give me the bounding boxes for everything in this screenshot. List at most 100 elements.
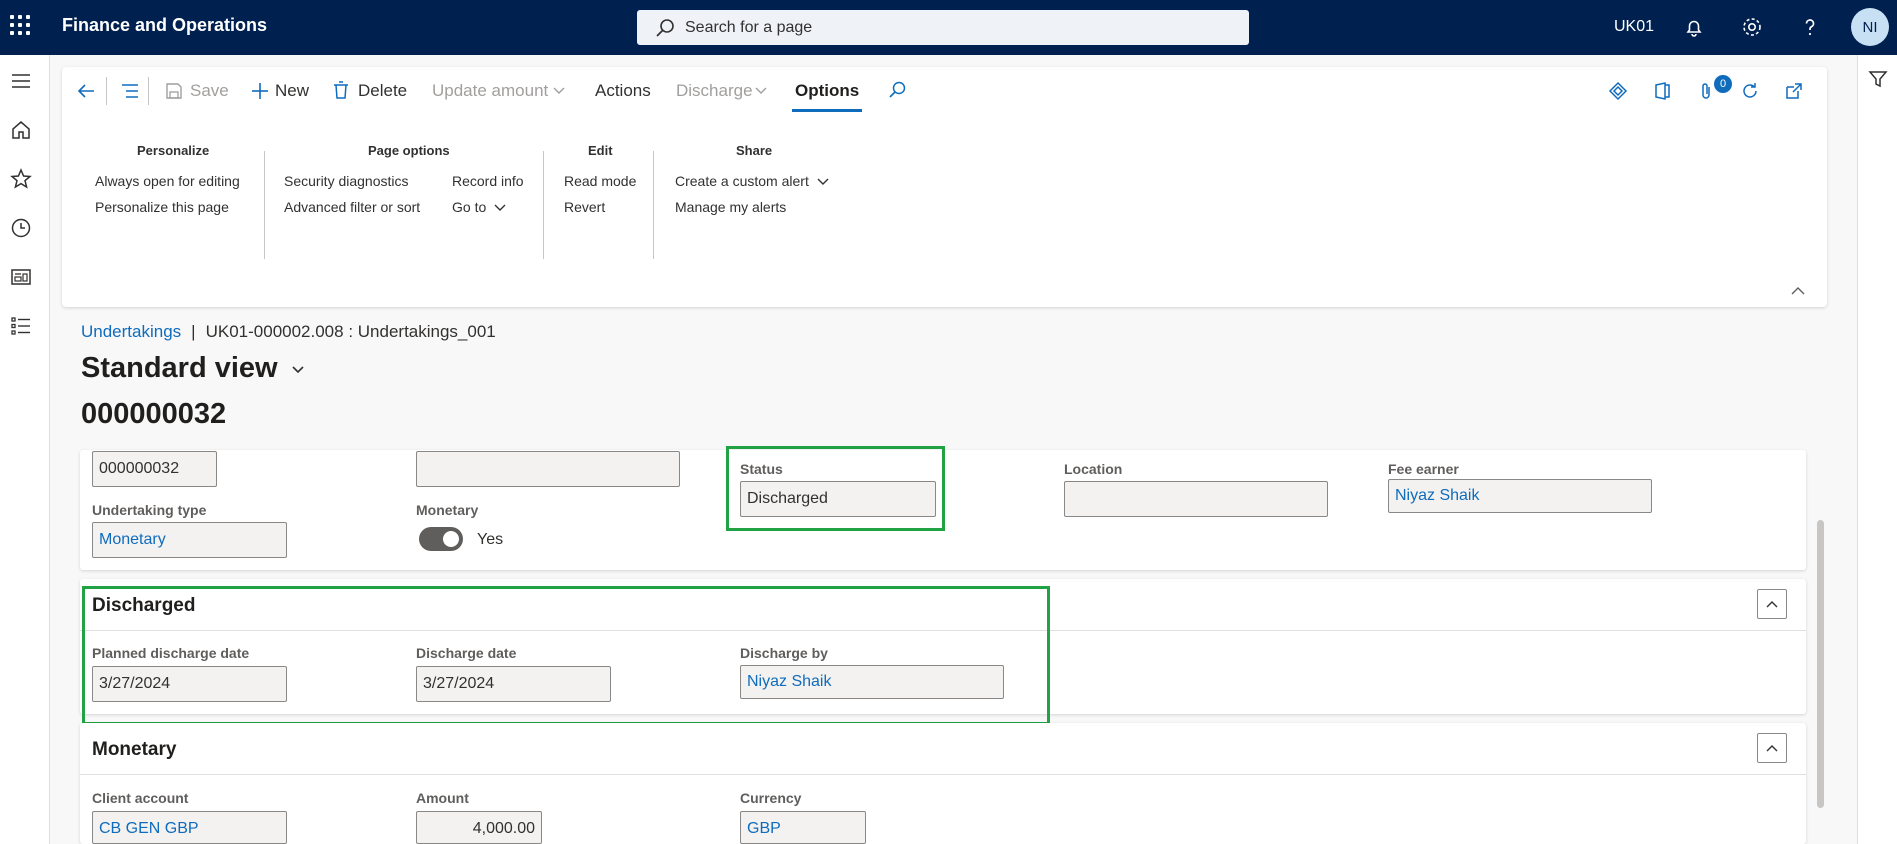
bell-icon[interactable] (1682, 15, 1706, 39)
breadcrumb-link[interactable]: Undertakings (81, 322, 181, 341)
gear-icon[interactable] (1740, 15, 1764, 39)
hamburger-icon[interactable] (10, 70, 32, 92)
office-icon[interactable] (1652, 81, 1672, 101)
monetary-toggle-value: Yes (477, 531, 504, 548)
search-input[interactable]: Search for a page (637, 10, 1249, 45)
attachment-icon[interactable] (1696, 81, 1716, 101)
monetary-section (80, 723, 1806, 844)
monetary-section-title[interactable]: Monetary (92, 739, 176, 761)
create-custom-alert-button[interactable]: Create a custom alert (675, 173, 809, 189)
status-highlight-box (726, 446, 945, 531)
delete-button[interactable]: Delete (358, 81, 407, 101)
chevron-up-icon (1766, 601, 1778, 608)
discharged-highlight-box (82, 586, 1050, 725)
back-icon[interactable] (76, 81, 96, 101)
actions-tab[interactable]: Actions (595, 81, 651, 101)
monetary-label: Monetary (416, 502, 479, 518)
undertaking-type-label: Undertaking type (92, 502, 207, 518)
top-bar: Finance and Operations Search for a page… (0, 0, 1897, 55)
filter-icon[interactable] (1868, 69, 1888, 89)
amount-field[interactable]: 4,000.00 (416, 811, 542, 844)
chevron-up-icon (1766, 745, 1778, 752)
search-icon[interactable] (887, 80, 907, 100)
plus-icon (252, 83, 268, 99)
section-divider (80, 774, 1806, 775)
read-mode-button[interactable]: Read mode (564, 173, 636, 189)
discharged-collapse-button[interactable] (1757, 589, 1787, 619)
view-selector[interactable]: Standard view (81, 352, 306, 385)
location-field[interactable] (1064, 481, 1328, 517)
currency-label: Currency (740, 790, 802, 806)
breadcrumb-separator: | (191, 322, 196, 341)
workspace-icon[interactable] (10, 266, 32, 288)
search-icon (656, 19, 674, 37)
group-title-page-options: Page options (368, 143, 450, 158)
chevron-down-icon (292, 366, 304, 374)
right-rail (1857, 55, 1897, 844)
chevron-down-icon (494, 204, 506, 211)
divider (106, 77, 107, 105)
currency-field[interactable]: GBP (740, 811, 866, 844)
always-open-for-editing-button[interactable]: Always open for editing (95, 173, 240, 189)
new-button[interactable]: New (275, 81, 309, 101)
save-icon (166, 83, 182, 99)
group-separator (264, 151, 265, 259)
undertaking-id-field[interactable]: 000000032 (92, 451, 217, 487)
record-info-button[interactable]: Record info (452, 173, 524, 189)
revert-button[interactable]: Revert (564, 199, 605, 215)
go-to-button[interactable]: Go to (452, 199, 486, 215)
attachment-count-badge: 0 (1714, 75, 1732, 93)
divider (148, 77, 149, 105)
home-icon[interactable] (10, 119, 32, 141)
power-apps-icon[interactable] (1608, 81, 1628, 101)
active-tab-indicator (792, 109, 862, 112)
manage-my-alerts-button[interactable]: Manage my alerts (675, 199, 786, 215)
action-pane: Save New Delete Update amount Actions Di… (62, 67, 1827, 307)
group-separator (653, 151, 654, 259)
group-title-personalize: Personalize (137, 143, 210, 158)
monetary-collapse-button[interactable] (1757, 733, 1787, 763)
delete-icon (334, 81, 348, 99)
company-selector[interactable]: UK01 (1614, 18, 1654, 36)
list-toggle-icon[interactable] (120, 81, 140, 101)
breadcrumb-current: UK01-000002.008 : Undertakings_001 (205, 322, 496, 341)
discharge-tab[interactable]: Discharge (676, 81, 753, 101)
avatar[interactable]: NI (1851, 8, 1889, 46)
refresh-icon[interactable] (1740, 81, 1760, 101)
description-field[interactable] (416, 451, 680, 487)
client-account-field[interactable]: CB GEN GBP (92, 811, 287, 844)
app-title[interactable]: Finance and Operations (62, 15, 267, 36)
monetary-toggle[interactable] (419, 527, 463, 551)
save-button[interactable]: Save (190, 81, 229, 101)
update-amount-button[interactable]: Update amount (432, 81, 548, 101)
scrollbar[interactable] (1817, 520, 1824, 808)
fee-earner-label: Fee earner (1388, 461, 1459, 477)
search-placeholder: Search for a page (685, 19, 813, 36)
modules-icon[interactable] (10, 315, 32, 337)
clock-icon[interactable] (10, 217, 32, 239)
location-label: Location (1064, 461, 1123, 477)
open-new-window-icon[interactable] (1784, 81, 1804, 101)
app-launcher-icon[interactable] (10, 15, 30, 35)
page-title: Standard view (81, 352, 278, 384)
record-id-title: 000000032 (81, 398, 227, 430)
advanced-filter-button[interactable]: Advanced filter or sort (284, 199, 420, 215)
chevron-down-icon (553, 87, 565, 94)
personalize-this-page-button[interactable]: Personalize this page (95, 199, 229, 215)
left-navigation (0, 55, 50, 844)
security-diagnostics-button[interactable]: Security diagnostics (284, 173, 409, 189)
star-icon[interactable] (10, 168, 32, 190)
breadcrumb: Undertakings | UK01-000002.008 : Undertaki… (81, 322, 496, 342)
chevron-down-icon (755, 87, 767, 94)
amount-label: Amount (416, 790, 469, 806)
group-title-share: Share (736, 143, 773, 158)
undertaking-type-field[interactable]: Monetary (92, 522, 287, 558)
group-title-edit: Edit (588, 143, 613, 158)
group-separator (543, 151, 544, 259)
fee-earner-field[interactable]: Niyaz Shaik (1388, 479, 1652, 513)
client-account-label: Client account (92, 790, 189, 806)
chevron-down-icon (817, 178, 829, 185)
options-tab[interactable]: Options (795, 81, 859, 101)
chevron-up-icon[interactable] (1790, 283, 1806, 299)
help-icon[interactable] (1798, 15, 1822, 39)
